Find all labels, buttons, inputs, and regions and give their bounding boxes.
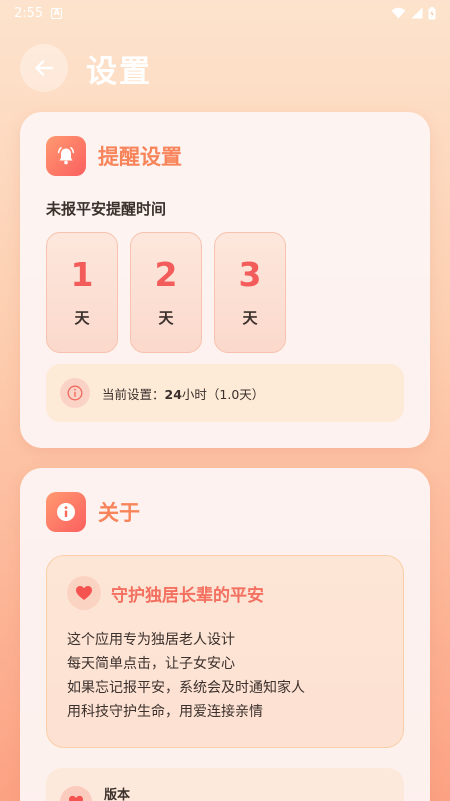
bell-icon: [46, 136, 86, 176]
day-option-1[interactable]: 1 天: [46, 232, 118, 353]
day-option-unit: 天: [242, 308, 258, 327]
mission-header: 守护独居长辈的平安: [67, 576, 264, 610]
signal-icon: [411, 7, 423, 19]
current-setting-banner: 当前设置：24小时（1.0天）: [46, 364, 404, 422]
about-card-title: 关于: [98, 501, 140, 525]
day-option-unit: 天: [74, 308, 90, 327]
heart-icon: [67, 576, 101, 610]
version-heart-icon: [60, 786, 92, 801]
current-setting-text: 当前设置：24小时（1.0天）: [102, 384, 264, 403]
version-row[interactable]: 版本: [46, 768, 404, 801]
status-time: 2:55: [14, 5, 44, 21]
day-option-2[interactable]: 2 天: [130, 232, 202, 353]
mission-line: 用科技守护生命，用爱连接亲情: [67, 704, 263, 720]
battery-icon: [428, 6, 436, 19]
current-setting-prefix: 当前设置：: [102, 386, 165, 402]
mission-line: 这个应用专为独居老人设计: [67, 632, 235, 648]
current-setting-value: 24: [164, 386, 182, 402]
info-filled-icon: [46, 492, 86, 532]
version-label: 版本: [104, 788, 131, 801]
reminder-card-title: 提醒设置: [98, 145, 182, 169]
about-card: 关于 守护独居长辈的平安 这个应用专为独居老人设计 每天简单点击，让子女安心 如…: [20, 468, 430, 801]
about-card-header: 关于: [46, 492, 140, 532]
mission-title: 守护独居长辈的平安: [111, 585, 264, 606]
mission-lines: 这个应用专为独居老人设计 每天简单点击，让子女安心 如果忘记报平安，系统会及时通…: [67, 628, 305, 724]
wifi-icon: [391, 7, 406, 19]
current-setting-suffix: 小时（1.0天）: [181, 386, 265, 402]
day-option-value: 2: [154, 254, 178, 294]
mission-box: 守护独居长辈的平安 这个应用专为独居老人设计 每天简单点击，让子女安心 如果忘记…: [46, 555, 404, 748]
reminder-time-label: 未报平安提醒时间: [46, 200, 167, 218]
day-options: 1 天 2 天 3 天: [46, 232, 286, 353]
a-icon: A: [51, 7, 63, 19]
mission-line: 如果忘记报平安，系统会及时通知家人: [67, 680, 305, 696]
status-icons: [391, 6, 436, 20]
mission-line: 每天简单点击，让子女安心: [67, 656, 235, 672]
page-title: 设置: [86, 53, 152, 90]
day-option-3[interactable]: 3 天: [214, 232, 286, 353]
header: 设置: [20, 44, 152, 92]
day-option-value: 3: [238, 254, 262, 294]
status-bar: 2:55 A: [0, 0, 450, 26]
info-icon: [60, 378, 90, 408]
arrow-left-icon: [35, 60, 54, 76]
reminder-card-header: 提醒设置: [46, 136, 182, 176]
reminder-settings-card: 提醒设置 未报平安提醒时间 1 天 2 天 3 天 当前设置：24小时（1.0天…: [20, 112, 430, 448]
day-option-unit: 天: [158, 308, 174, 327]
day-option-value: 1: [70, 254, 94, 294]
back-button[interactable]: [20, 44, 68, 92]
